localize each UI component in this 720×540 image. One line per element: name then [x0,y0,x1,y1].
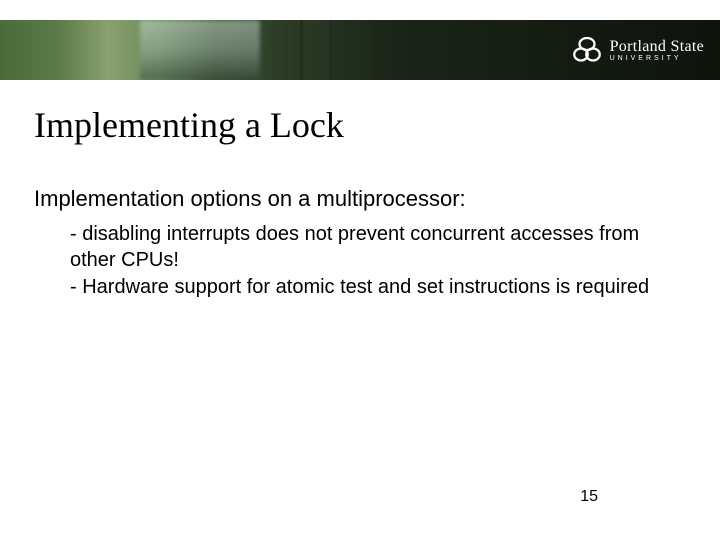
header-banner: Portland State UNIVERSITY [0,20,720,80]
brand-subname: UNIVERSITY [610,55,704,62]
logo-text: Portland State UNIVERSITY [610,39,704,62]
slide-subhead: Implementation options on a multiprocess… [34,186,680,212]
interlock-icon [572,35,602,65]
slide: Portland State UNIVERSITY Implementing a… [0,0,720,540]
bullet-2: - Hardware support for atomic test and s… [70,275,660,301]
bullet-1: - disabling interrupts does not prevent … [70,222,660,273]
slide-body: - disabling interrupts does not prevent … [70,222,660,303]
slide-title: Implementing a Lock [34,104,344,146]
university-logo: Portland State UNIVERSITY [572,35,704,65]
page-number: 15 [580,488,598,506]
brand-name: Portland State [610,39,704,55]
